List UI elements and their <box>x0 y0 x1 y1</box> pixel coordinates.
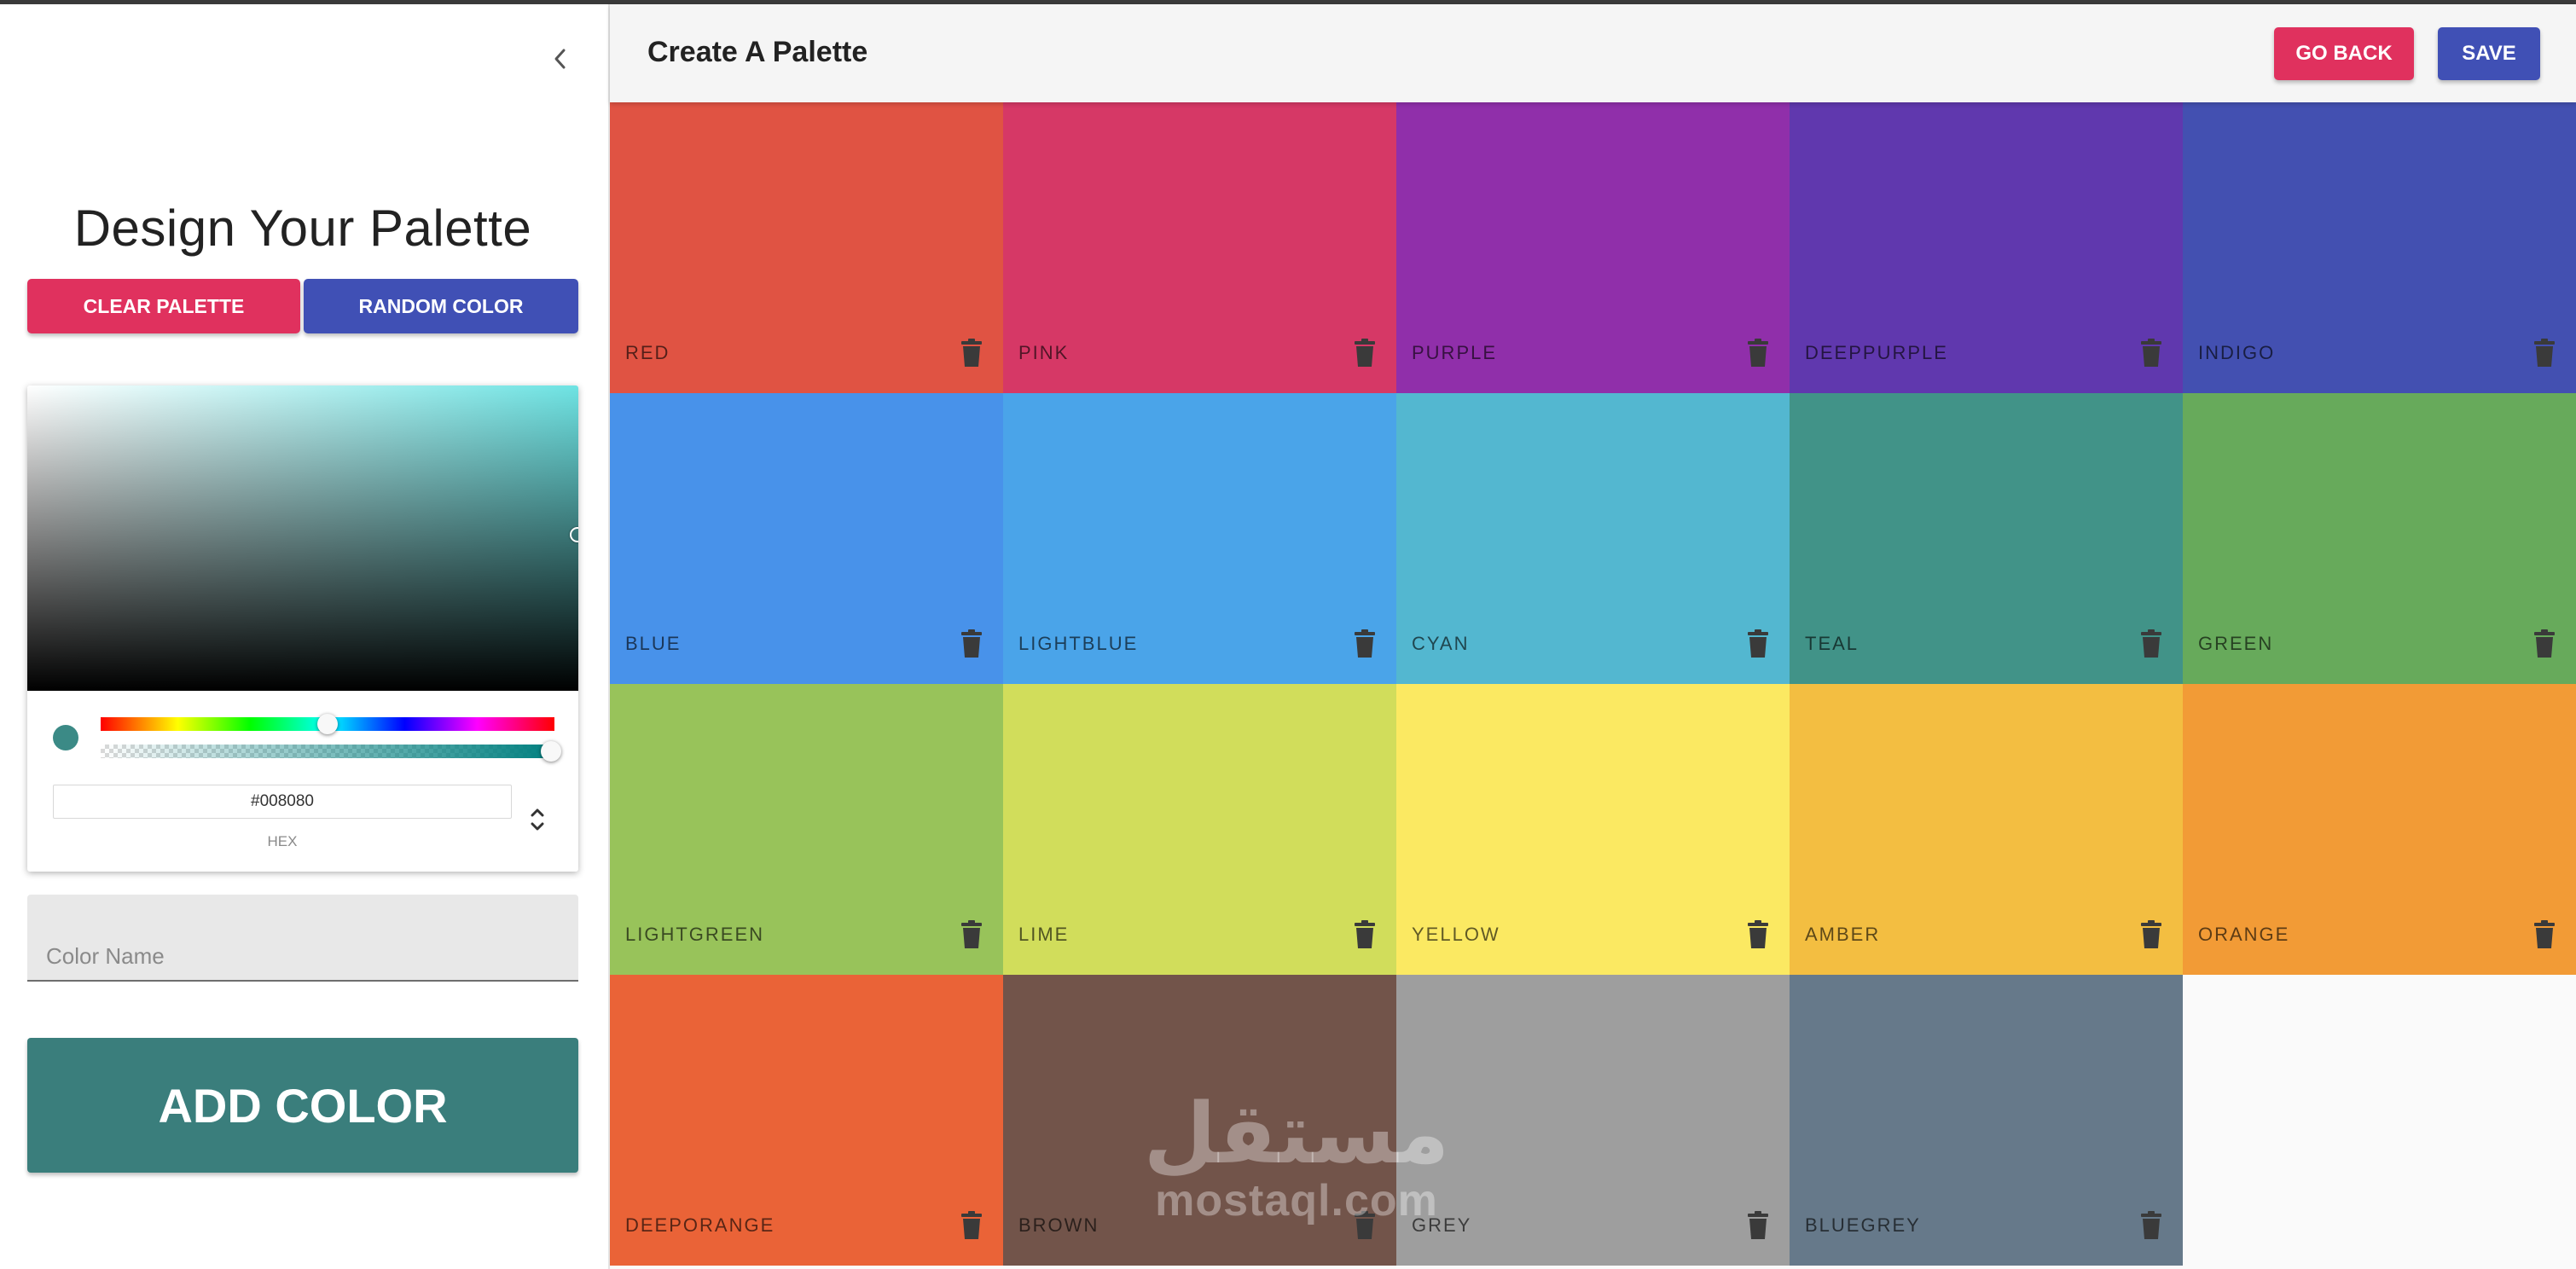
swatch-name: BLUEGREY <box>1805 1214 1921 1236</box>
trash-icon[interactable] <box>1747 629 1769 658</box>
swatch-name: INDIGO <box>2198 342 2276 363</box>
unfold-icon <box>531 808 544 831</box>
trash-icon[interactable] <box>2533 629 2556 658</box>
trash-icon[interactable] <box>2140 339 2162 368</box>
hue-slider-thumb[interactable] <box>317 714 338 734</box>
color-swatch[interactable]: AMBER <box>1790 684 2183 975</box>
color-swatch[interactable]: GREY <box>1396 975 1790 1266</box>
swatch-name: PURPLE <box>1412 342 1498 363</box>
hex-input[interactable] <box>53 785 512 819</box>
color-name-field <box>27 895 578 982</box>
swatch-name: BROWN <box>1018 1214 1099 1236</box>
hex-label: HEX <box>267 833 298 849</box>
sidebar-drawer: Design Your Palette CLEAR PALETTE RANDOM… <box>0 4 610 1269</box>
color-swatch[interactable]: ORANGE <box>2183 684 2576 975</box>
swatch-name: BLUE <box>625 633 682 654</box>
sidebar-title: Design Your Palette <box>73 200 532 257</box>
color-swatch[interactable]: DEEPPURPLE <box>1790 102 2183 393</box>
palette-grid: RED PINK PURPLE DEEPPURPLE INDIGO BLUE LIGHTBL… <box>610 102 2576 1269</box>
trash-icon[interactable] <box>2533 920 2556 949</box>
color-swatch[interactable]: PINK <box>1003 102 1396 393</box>
trash-icon[interactable] <box>1747 1211 1769 1240</box>
go-back-button[interactable]: GO BACK <box>2274 27 2414 80</box>
swatch-name: DEEPORANGE <box>625 1214 775 1236</box>
color-swatch[interactable]: BLUEGREY <box>1790 975 2183 1266</box>
color-swatch[interactable]: RED <box>610 102 1003 393</box>
trash-icon[interactable] <box>2140 1211 2162 1240</box>
saturation-area[interactable] <box>27 385 578 691</box>
random-color-button[interactable]: RANDOM COLOR <box>304 279 578 333</box>
swatch-name: DEEPPURPLE <box>1805 342 1948 363</box>
trash-icon[interactable] <box>960 629 983 658</box>
alpha-slider[interactable] <box>101 745 554 758</box>
add-color-button[interactable]: ADD COLOR <box>27 1038 578 1173</box>
page-title: Create A Palette <box>647 36 868 68</box>
swatch-name: LIGHTGREEN <box>625 924 765 945</box>
clear-palette-button[interactable]: CLEAR PALETTE <box>27 279 300 333</box>
color-swatch[interactable]: CYAN <box>1396 393 1790 684</box>
alpha-slider-thumb[interactable] <box>541 741 561 762</box>
swatch-name: LIGHTBLUE <box>1018 633 1139 654</box>
trash-icon[interactable] <box>1354 920 1376 949</box>
color-picker: HEX <box>27 385 578 872</box>
swatch-name: GREEN <box>2198 633 2274 654</box>
swatch-name: ORANGE <box>2198 924 2290 945</box>
swatch-name: AMBER <box>1805 924 1881 945</box>
color-swatch[interactable]: LIGHTGREEN <box>610 684 1003 975</box>
trash-icon[interactable] <box>960 1211 983 1240</box>
swatch-name: YELLOW <box>1412 924 1500 945</box>
swatch-name: GREY <box>1412 1214 1472 1236</box>
color-swatch[interactable]: TEAL <box>1790 393 2183 684</box>
app-bar: Create A Palette GO BACK SAVE <box>610 4 2576 102</box>
color-swatch[interactable]: PURPLE <box>1396 102 1790 393</box>
color-swatch[interactable]: LIGHTBLUE <box>1003 393 1396 684</box>
trash-icon[interactable] <box>960 920 983 949</box>
swatch-name: PINK <box>1018 342 1070 363</box>
trash-icon[interactable] <box>2533 339 2556 368</box>
color-swatch[interactable]: BROWN <box>1003 975 1396 1266</box>
swatch-name: LIME <box>1018 924 1070 945</box>
save-button[interactable]: SAVE <box>2438 27 2540 80</box>
color-swatch[interactable]: GREEN <box>2183 393 2576 684</box>
trash-icon[interactable] <box>1354 629 1376 658</box>
trash-icon[interactable] <box>1747 339 1769 368</box>
swatch-name: RED <box>625 342 670 363</box>
swatch-name: TEAL <box>1805 633 1859 654</box>
trash-icon[interactable] <box>1747 920 1769 949</box>
color-preview-swatch <box>53 725 78 750</box>
chevron-left-icon <box>554 49 566 69</box>
color-name-input[interactable] <box>27 895 578 980</box>
trash-icon[interactable] <box>1354 339 1376 368</box>
color-swatch[interactable]: YELLOW <box>1396 684 1790 975</box>
trash-icon[interactable] <box>1354 1211 1376 1240</box>
color-swatch[interactable]: LIME <box>1003 684 1396 975</box>
color-swatch[interactable]: DEEPORANGE <box>610 975 1003 1266</box>
trash-icon[interactable] <box>2140 920 2162 949</box>
color-swatch[interactable]: BLUE <box>610 393 1003 684</box>
collapse-drawer-button[interactable] <box>541 40 578 78</box>
format-toggle-button[interactable] <box>520 800 554 837</box>
color-swatch[interactable]: INDIGO <box>2183 102 2576 393</box>
trash-icon[interactable] <box>960 339 983 368</box>
swatch-name: CYAN <box>1412 633 1470 654</box>
trash-icon[interactable] <box>2140 629 2162 658</box>
